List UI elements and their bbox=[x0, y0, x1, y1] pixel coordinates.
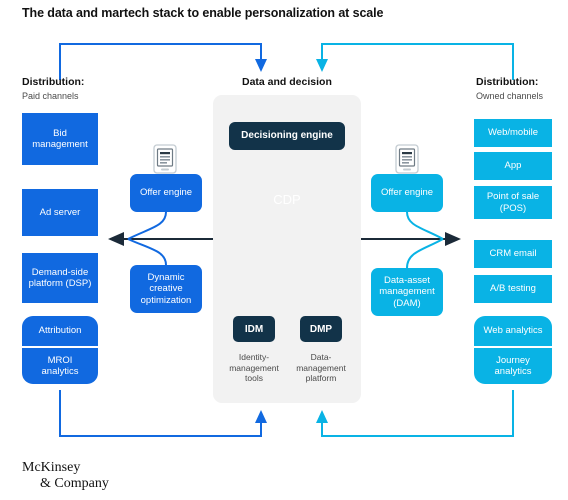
right-column-subheading: Owned channels bbox=[476, 91, 544, 101]
left-column-heading: Distribution: bbox=[22, 76, 85, 88]
pill-attribution[interactable]: Attribution bbox=[22, 316, 98, 346]
left-column-subheading: Paid channels bbox=[22, 91, 79, 101]
box-app[interactable]: App bbox=[474, 152, 552, 180]
center-column-header: Data and decision bbox=[242, 76, 332, 89]
pill-group-web-journey-analytics: Web analytics Journey analytics bbox=[474, 316, 552, 384]
top-left-flow-arrow bbox=[59, 43, 267, 80]
caption-data-management-platform: Data-management platform bbox=[296, 352, 346, 383]
left-column-header: Distribution: Paid channels bbox=[22, 76, 84, 102]
pill-web-analytics[interactable]: Web analytics bbox=[474, 316, 552, 346]
box-ab-testing[interactable]: A/B testing bbox=[474, 275, 552, 303]
box-offer-engine-left[interactable]: Offer engine bbox=[130, 174, 202, 212]
box-ad-server[interactable]: Ad server bbox=[22, 189, 98, 236]
mckinsey-logo: McKinsey & Company bbox=[22, 460, 109, 492]
pill-journey-analytics[interactable]: Journey analytics bbox=[474, 348, 552, 384]
logo-line-1: McKinsey bbox=[22, 460, 81, 475]
box-offer-engine-right[interactable]: Offer engine bbox=[371, 174, 443, 212]
center-column-heading: Data and decision bbox=[242, 76, 332, 88]
top-right-flow-arrow bbox=[316, 43, 514, 80]
box-bid-management[interactable]: Bid management bbox=[22, 113, 98, 165]
box-demand-side-platform[interactable]: Demand-side platform (DSP) bbox=[22, 253, 98, 303]
center-to-left-arrow bbox=[108, 211, 213, 266]
center-to-right-arrow bbox=[361, 211, 461, 269]
infographic-canvas: The data and martech stack to enable per… bbox=[0, 0, 568, 500]
logo-line-2: & Company bbox=[40, 476, 109, 491]
box-point-of-sale[interactable]: Point of sale (POS) bbox=[474, 186, 552, 219]
box-crm-email[interactable]: CRM email bbox=[474, 240, 552, 268]
pill-mroi-analytics[interactable]: MROI analytics bbox=[22, 348, 98, 384]
caption-identity-management-tools: Identity-management tools bbox=[229, 352, 279, 383]
box-web-mobile[interactable]: Web/mobile bbox=[474, 119, 552, 147]
box-idm[interactable]: IDM bbox=[233, 316, 275, 342]
tablet-document-icon-right bbox=[395, 144, 419, 174]
cdp-label: CDP bbox=[273, 192, 301, 207]
right-column-header: Distribution: Owned channels bbox=[476, 76, 543, 102]
box-dmp[interactable]: DMP bbox=[300, 316, 342, 342]
box-data-asset-management[interactable]: Data-asset management (DAM) bbox=[371, 268, 443, 316]
box-decisioning-engine[interactable]: Decisioning engine bbox=[229, 122, 345, 150]
page-title: The data and martech stack to enable per… bbox=[22, 6, 384, 20]
right-column-heading: Distribution: bbox=[476, 76, 539, 88]
box-dynamic-creative-optimization[interactable]: Dynamic creative optimization bbox=[130, 265, 202, 313]
tablet-document-icon-left bbox=[153, 144, 177, 174]
pill-group-attribution-mroi: Attribution MROI analytics bbox=[22, 316, 98, 384]
